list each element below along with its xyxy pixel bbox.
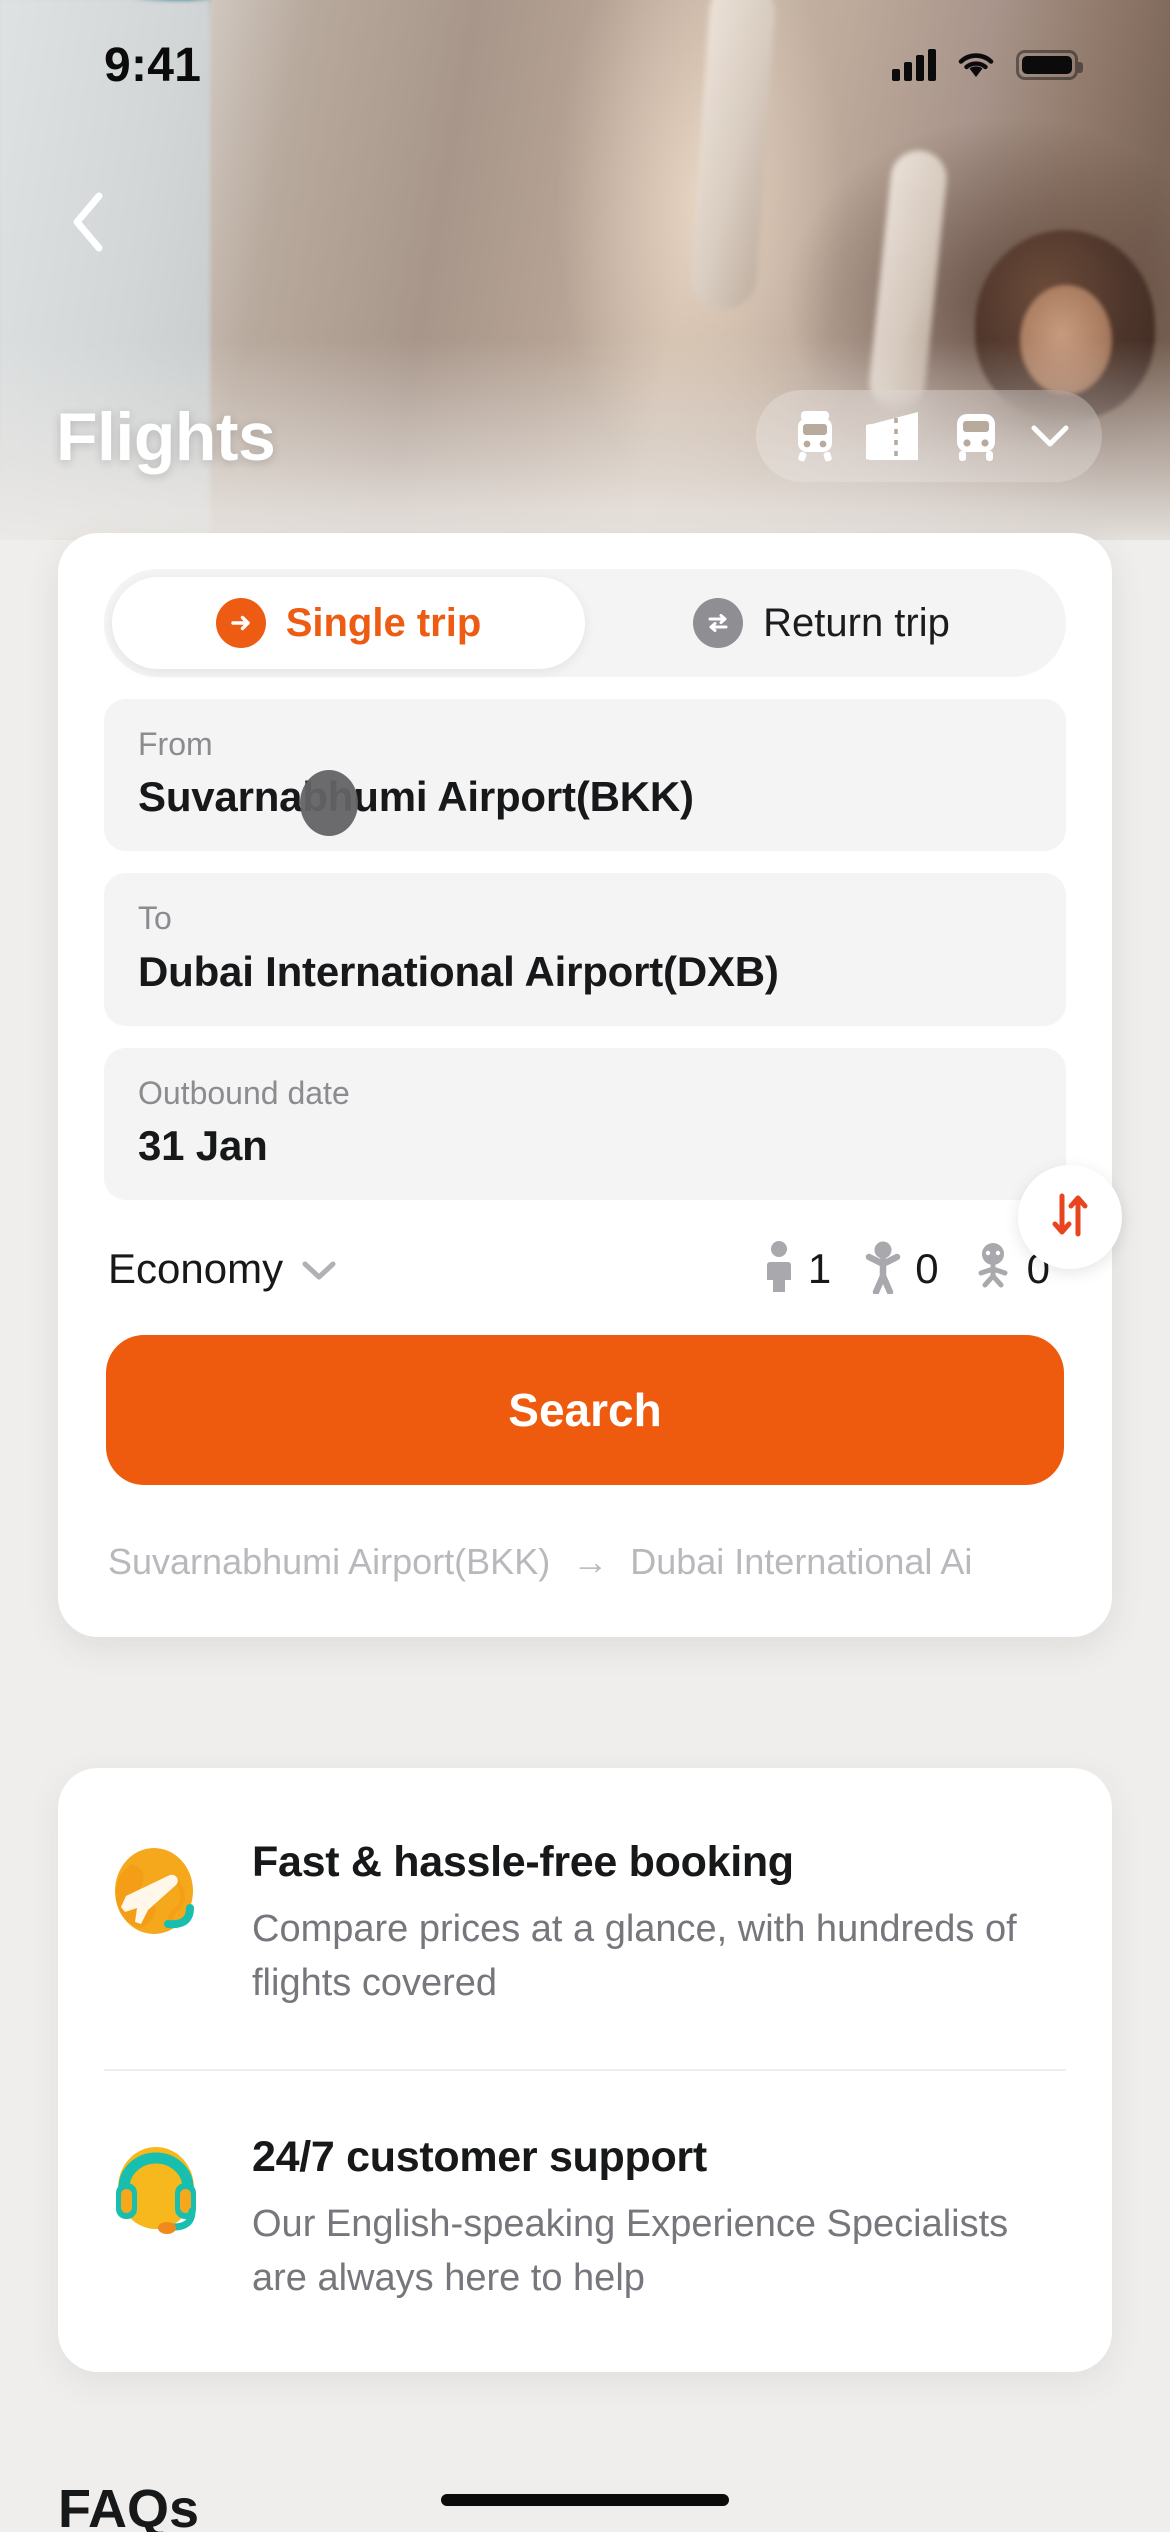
recent-route-summary[interactable]: Suvarnabhumi Airport(BKK) → Dubai Intern…	[104, 1485, 1066, 1637]
feature-row: 24/7 customer support Our English-speaki…	[104, 2068, 1066, 2364]
bus-icon[interactable]	[950, 408, 1002, 464]
feature-text: Fast & hassle-free booking Compare price…	[252, 1838, 1066, 2011]
back-button[interactable]	[52, 188, 124, 260]
swap-airports-button[interactable]	[1018, 1165, 1122, 1269]
child-icon	[863, 1238, 903, 1299]
outbound-date-label: Outbound date	[138, 1074, 350, 1111]
flight-booking-screen: 9:41 Flights Single trip Return trip Fro…	[0, 0, 1170, 2532]
tab-single-trip[interactable]: Single trip	[112, 577, 585, 669]
cabin-class-selector[interactable]: Economy	[108, 1245, 339, 1293]
features-card: Fast & hassle-free booking Compare price…	[58, 1768, 1112, 2372]
route-arrow-icon: →	[572, 1541, 609, 1583]
feature-row: Fast & hassle-free booking Compare price…	[104, 1776, 1066, 2069]
passenger-counts[interactable]: 1 0 0	[740, 1238, 1050, 1299]
child-count: 0	[915, 1244, 939, 1292]
origin-field[interactable]: From Suvarnabhumi Airport(BKK)	[104, 699, 1066, 852]
status-bar-time: 9:41	[104, 38, 202, 92]
home-indicator	[441, 2494, 729, 2506]
train-icon[interactable]	[790, 408, 840, 464]
chevron-down-icon	[299, 1245, 339, 1293]
search-button[interactable]: Search	[106, 1335, 1064, 1486]
route-origin: Suvarnabhumi Airport(BKK)	[108, 1541, 551, 1583]
trip-type-tabs: Single trip Return trip	[104, 569, 1066, 677]
destination-field-value: Dubai International Airport(DXB)	[138, 947, 779, 995]
globe-plane-icon	[104, 1838, 210, 1944]
faqs-heading: FAQs	[58, 2479, 200, 2532]
back-chevron-icon	[68, 191, 108, 258]
outbound-date-field[interactable]: Outbound date 31 Jan	[104, 1047, 1066, 1201]
headset-support-icon	[104, 2133, 210, 2239]
arrow-right-circle-icon	[215, 598, 266, 648]
adult-icon	[762, 1238, 796, 1299]
touch-cursor-indicator	[300, 770, 358, 836]
feature-text: 24/7 customer support Our English-speaki…	[252, 2133, 1066, 2306]
tab-return-trip[interactable]: Return trip	[585, 577, 1058, 669]
battery-full-icon	[1016, 50, 1083, 80]
tab-single-trip-label: Single trip	[285, 600, 482, 645]
passenger-adult[interactable]: 1	[762, 1238, 831, 1299]
destination-field[interactable]: To Dubai International Airport(DXB)	[104, 873, 1066, 1026]
destination-field-label: To	[138, 900, 172, 937]
adult-count: 1	[807, 1244, 832, 1292]
swap-horizontal-circle-icon	[693, 598, 744, 648]
status-bar: 9:41	[0, 0, 1170, 130]
swap-vertical-icon	[1044, 1188, 1096, 1247]
cellular-signal-icon	[892, 49, 936, 81]
feature-description: Our English-speaking Experience Speciali…	[252, 2202, 1009, 2299]
class-and-passengers-row: Economy 1 0 0	[104, 1200, 1066, 1335]
page-title: Flights	[56, 399, 276, 475]
infant-icon	[971, 1238, 1015, 1299]
route-destination: Dubai International Ai	[630, 1541, 973, 1583]
feature-title: Fast & hassle-free booking	[252, 1838, 794, 1886]
origin-field-label: From	[138, 726, 213, 762]
status-bar-indicators	[892, 49, 1083, 81]
origin-field-value: Suvarnabhumi Airport(BKK)	[138, 773, 694, 821]
tab-return-trip-label: Return trip	[763, 600, 950, 645]
feature-title: 24/7 customer support	[252, 2132, 707, 2181]
ticket-icon[interactable]	[866, 408, 924, 464]
outbound-date-value: 31 Jan	[138, 1122, 268, 1170]
passenger-child[interactable]: 0	[863, 1238, 939, 1299]
feature-description: Compare prices at a glance, with hundred…	[252, 1908, 1017, 2004]
flight-search-card: Single trip Return trip From Suvarnabhum…	[58, 533, 1122, 1638]
chevron-down-icon[interactable]	[1028, 421, 1072, 451]
transport-mode-switcher[interactable]	[756, 390, 1102, 482]
cabin-class-value: Economy	[108, 1244, 284, 1292]
wifi-icon	[956, 50, 996, 80]
